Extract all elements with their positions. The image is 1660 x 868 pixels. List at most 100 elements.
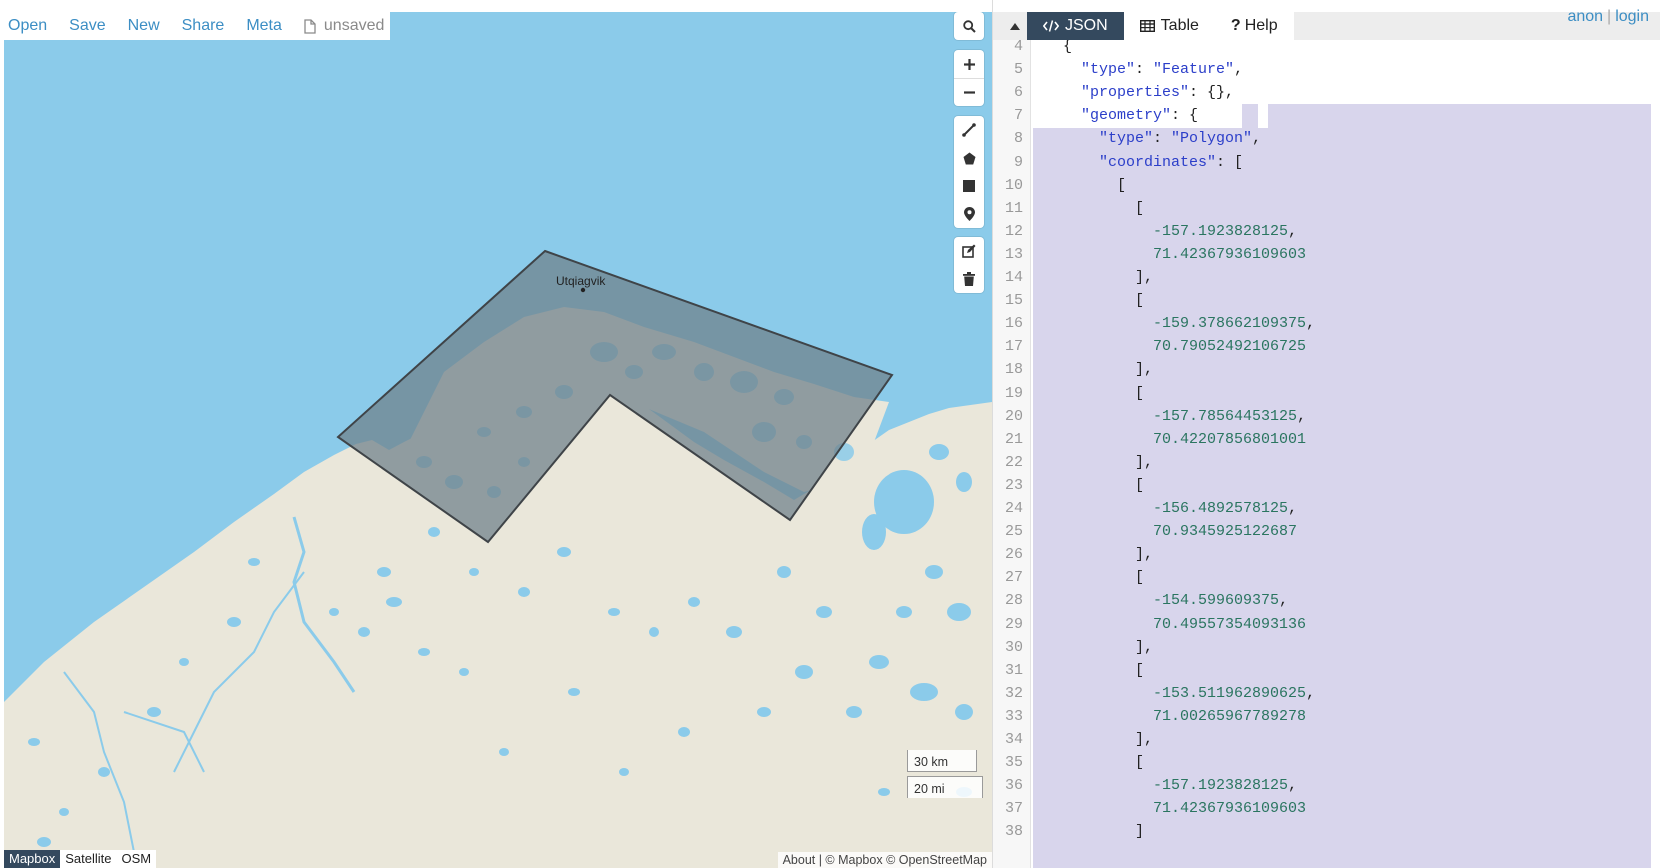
menu-save[interactable]: Save [69, 17, 105, 35]
file-icon [304, 18, 316, 34]
line-text: "geometry": { [1081, 107, 1199, 125]
trash-icon [963, 272, 975, 286]
map-view[interactable]: Utqiagvik Open Save New Share Meta unsav… [4, 12, 992, 868]
delete-layers-button[interactable] [954, 265, 984, 293]
search-button[interactable] [954, 12, 984, 40]
code-line[interactable]: 24 -156.4892578125, [993, 497, 1660, 521]
menu-share[interactable]: Share [182, 17, 225, 35]
basemap-switcher: Mapbox Satellite OSM [4, 850, 157, 868]
collapse-pane-button[interactable] [1005, 12, 1025, 40]
basemap-osm[interactable]: OSM [116, 850, 157, 868]
code-line[interactable]: 10 [ [993, 174, 1660, 198]
file-menu: Open Save New Share Meta unsaved [4, 12, 391, 40]
tab-table-label: Table [1160, 17, 1199, 34]
line-number: 15 [1004, 292, 1023, 310]
code-line[interactable]: 29 70.49557354093136 [993, 613, 1660, 637]
code-line[interactable]: 27 [ [993, 566, 1660, 590]
basemap-satellite[interactable]: Satellite [60, 850, 117, 868]
zoom-out-button[interactable] [954, 78, 984, 106]
login-link[interactable]: login [1615, 8, 1649, 25]
draw-marker-button[interactable] [954, 200, 984, 228]
code-line[interactable]: 5 "type": "Feature", [993, 58, 1660, 82]
code-line[interactable]: 31 [ [993, 659, 1660, 683]
map-canvas[interactable]: Utqiagvik [4, 12, 992, 868]
code-line[interactable]: 38 ] [993, 820, 1660, 844]
line-text: ], [1045, 453, 1154, 471]
line-number: 23 [1004, 476, 1023, 494]
line-number: 31 [1004, 661, 1023, 679]
tab-help[interactable]: ? Help [1214, 12, 1294, 40]
code-line[interactable]: 21 70.42207856801001 [993, 428, 1660, 452]
pane-tabs: JSON Table ? Help [1027, 12, 1294, 40]
line-number: 37 [1004, 800, 1023, 818]
code-line[interactable]: 9 "coordinates": [ [993, 151, 1660, 175]
line-text: ], [1045, 361, 1154, 379]
code-line[interactable]: 17 70.79052492106725 [993, 335, 1660, 359]
line-number: 34 [1004, 731, 1023, 748]
code-line[interactable]: 6 "properties": {}, [993, 81, 1660, 105]
zoom-in-button[interactable] [954, 50, 984, 78]
marker-icon [963, 207, 975, 221]
code-line[interactable]: 26 ], [993, 543, 1660, 567]
anon-link[interactable]: anon [1567, 8, 1603, 25]
code-line[interactable]: 20 -157.78564453125, [993, 405, 1660, 429]
line-text: [ [1045, 754, 1145, 772]
draw-polygon-button[interactable] [954, 144, 984, 172]
code-line[interactable]: 33 71.00265967789278 [993, 705, 1660, 729]
line-number: 5 [1013, 61, 1023, 79]
code-line[interactable]: 18 ], [993, 358, 1660, 382]
tab-json[interactable]: JSON [1027, 12, 1124, 40]
basemap-mapbox[interactable]: Mapbox [4, 850, 61, 868]
line-number: 24 [1004, 500, 1023, 517]
tab-table[interactable]: Table [1123, 12, 1215, 40]
line-text: "properties": {}, [1081, 84, 1235, 102]
code-line[interactable]: 7 "geometry": { [993, 104, 1660, 128]
code-line[interactable]: 30 ], [993, 636, 1660, 660]
draw-line-button[interactable] [954, 116, 984, 144]
map-attribution[interactable]: About | © Mapbox © OpenStreetMap [777, 852, 992, 868]
line-text: [ [1045, 569, 1145, 587]
code-line[interactable]: 16 -159.378662109375, [993, 312, 1660, 336]
code-line[interactable]: 13 71.42367936109603 [993, 243, 1660, 267]
code-line[interactable]: 25 70.9345925122687 [993, 520, 1660, 544]
line-text: [ [1045, 199, 1145, 217]
line-number: 10 [1004, 176, 1023, 194]
line-text: -154.599609375, [1153, 592, 1289, 610]
line-text: ], [1045, 269, 1154, 286]
search-icon [962, 19, 976, 33]
line-text: [ [1045, 176, 1127, 194]
code-line[interactable]: 35 [ [993, 751, 1660, 775]
menu-meta[interactable]: Meta [246, 17, 282, 35]
line-number: 33 [1004, 707, 1023, 725]
code-line[interactable]: 12 -157.1923828125, [993, 220, 1660, 244]
edit-icon [962, 244, 976, 258]
line-number: 30 [1004, 638, 1023, 656]
json-editor[interactable]: 4 {5 "type": "Feature", 6 "properties": {… [993, 40, 1660, 868]
code-line[interactable]: 11 [ [993, 197, 1660, 221]
code-line[interactable]: 32 -153.511962890625, [993, 682, 1660, 706]
draw-rectangle-button[interactable] [954, 172, 984, 200]
line-text: "coordinates": [ [1099, 153, 1244, 171]
line-text: "type": "Polygon", [1099, 130, 1262, 148]
code-line[interactable]: 28 -154.599609375, [993, 589, 1660, 613]
code-line[interactable]: 19 [ [993, 382, 1660, 406]
code-line[interactable]: 37 71.42367936109603 [993, 797, 1660, 821]
code-line[interactable]: 34 ], [993, 728, 1660, 752]
line-number: 28 [1004, 592, 1023, 610]
zoom-control [954, 50, 984, 106]
code-line[interactable]: 4 { [993, 40, 1660, 59]
code-line[interactable]: 15 [ [993, 289, 1660, 313]
line-text: ], [1045, 546, 1154, 564]
menu-new[interactable]: New [128, 17, 160, 35]
code-line[interactable]: 36 -157.1923828125, [993, 774, 1660, 798]
menu-open[interactable]: Open [8, 17, 47, 35]
code-line[interactable]: 8 "type": "Polygon", [993, 127, 1660, 151]
line-number: 6 [1013, 84, 1023, 102]
code-line[interactable]: 14 ], [993, 266, 1660, 290]
code-line[interactable]: 23 [ [993, 474, 1660, 498]
code-line[interactable]: 22 ], [993, 451, 1660, 475]
file-status: unsaved [304, 17, 384, 35]
search-control [954, 12, 984, 40]
edit-layers-button[interactable] [954, 237, 984, 265]
scale-km: 30 km [907, 750, 977, 772]
